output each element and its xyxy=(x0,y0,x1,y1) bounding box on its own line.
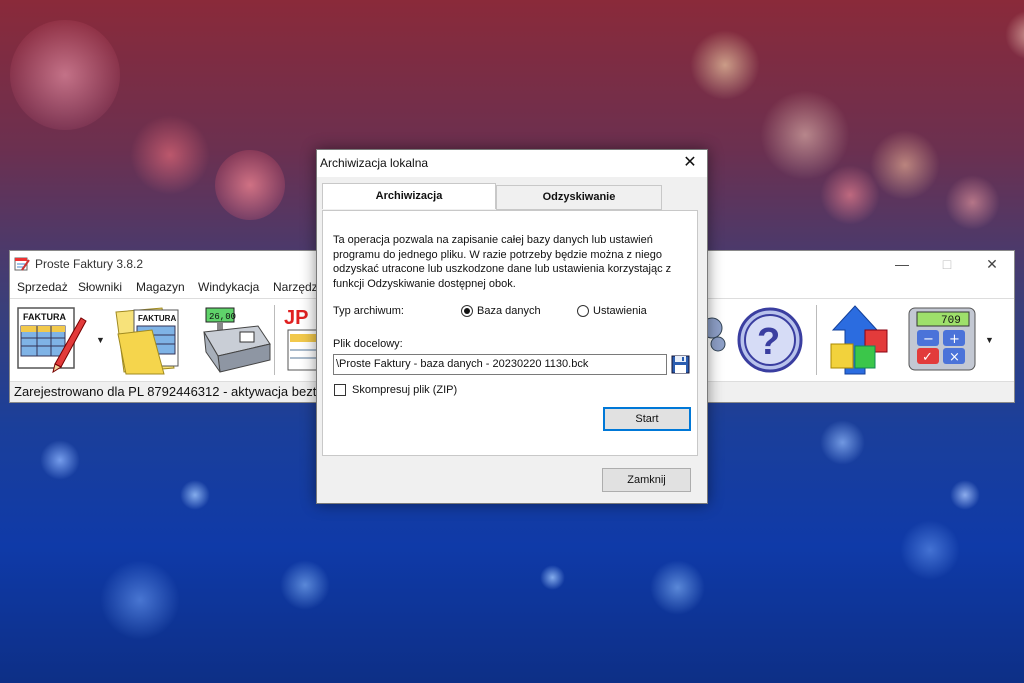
svg-text:+: + xyxy=(949,332,960,347)
radio-database[interactable] xyxy=(461,305,473,317)
svg-text:?: ? xyxy=(757,321,780,363)
radio-database-label[interactable]: Baza danych xyxy=(477,305,541,317)
radio-settings[interactable] xyxy=(577,305,589,317)
archive-dialog: Archiwizacja lokalna ✕ Archiwizacja Odzy… xyxy=(316,149,708,504)
compress-checkbox[interactable] xyxy=(334,384,346,396)
tab-odzyskiwanie-label: Odzyskiwanie xyxy=(542,191,616,203)
update-button[interactable] xyxy=(825,304,895,376)
close-button-label: Zamknij xyxy=(627,474,666,486)
app-title: Proste Faktury 3.8.2 xyxy=(35,257,144,271)
new-invoice-button[interactable]: FAKTURA xyxy=(15,304,87,376)
toolbar-separator xyxy=(816,305,817,375)
svg-text:✓: ✓ xyxy=(922,350,933,365)
radio-settings-label[interactable]: Ustawienia xyxy=(593,305,647,317)
menu-slowniki[interactable]: Słowniki xyxy=(78,280,122,294)
target-file-label: Plik docelowy: xyxy=(333,338,403,350)
toolbar-separator xyxy=(274,305,275,375)
svg-text:709: 709 xyxy=(941,315,961,327)
close-icon[interactable]: ✕ xyxy=(982,255,1002,273)
menu-windykacja[interactable]: Windykacja xyxy=(198,280,259,294)
tab-archiwizacja[interactable]: Archiwizacja xyxy=(322,183,496,209)
update-arrow-icon xyxy=(830,305,888,375)
cash-register-button[interactable]: 26,00 xyxy=(200,304,271,376)
svg-text:FAKTURA: FAKTURA xyxy=(138,314,176,323)
help-button[interactable]: ? xyxy=(736,304,806,376)
tab-odzyskiwanie[interactable]: Odzyskiwanie xyxy=(496,185,662,210)
archive-type-label: Typ archiwum: xyxy=(333,305,404,317)
dialog-titlebar[interactable]: Archiwizacja lokalna ✕ xyxy=(317,150,707,177)
archive-tab-panel: Ta operacja pozwala na zapisanie całej b… xyxy=(322,210,698,456)
jpk-icon: JP xyxy=(284,307,316,371)
gears-icon xyxy=(708,317,726,352)
svg-text:26,00: 26,00 xyxy=(209,312,236,322)
calculator-button[interactable]: 709 − + ✓ × xyxy=(907,304,977,376)
close-button[interactable]: Zamknij xyxy=(602,468,691,492)
dialog-title: Archiwizacja lokalna xyxy=(320,156,429,170)
settings-button[interactable] xyxy=(708,304,726,376)
menu-magazyn[interactable]: Magazyn xyxy=(136,280,185,294)
menu-sprzedaz[interactable]: Sprzedaż xyxy=(17,280,68,294)
svg-text:×: × xyxy=(949,350,960,365)
invoice-icon: FAKTURA xyxy=(17,307,87,374)
invoice-folder-icon: FAKTURA xyxy=(115,307,179,375)
maximize-icon[interactable]: □ xyxy=(937,255,957,273)
calculator-icon: 709 − + ✓ × xyxy=(908,307,976,371)
target-file-input[interactable]: \Proste Faktury - baza danych - 20230220… xyxy=(333,354,667,375)
help-icon: ? xyxy=(737,307,803,373)
chevron-down-icon[interactable]: ▼ xyxy=(96,335,105,345)
compress-label[interactable]: Skompresuj plik (ZIP) xyxy=(352,384,457,396)
start-button[interactable]: Start xyxy=(603,407,691,431)
svg-text:−: − xyxy=(923,332,934,347)
start-button-label: Start xyxy=(635,413,659,425)
app-logo-icon xyxy=(14,257,30,271)
tab-archiwizacja-label: Archiwizacja xyxy=(375,190,443,202)
minimize-icon[interactable]: — xyxy=(892,255,912,273)
svg-text:JP: JP xyxy=(284,307,308,329)
cash-register-icon: 26,00 xyxy=(203,307,271,373)
floppy-disk-icon[interactable] xyxy=(671,354,690,375)
invoices-list-button[interactable]: FAKTURA xyxy=(112,304,182,376)
chevron-down-icon[interactable]: ▼ xyxy=(985,335,994,345)
svg-text:FAKTURA: FAKTURA xyxy=(23,312,66,322)
dialog-close-icon[interactable]: ✕ xyxy=(679,153,701,173)
operation-description: Ta operacja pozwala na zapisanie całej b… xyxy=(333,234,672,290)
jpk-button[interactable]: JP xyxy=(282,304,316,376)
